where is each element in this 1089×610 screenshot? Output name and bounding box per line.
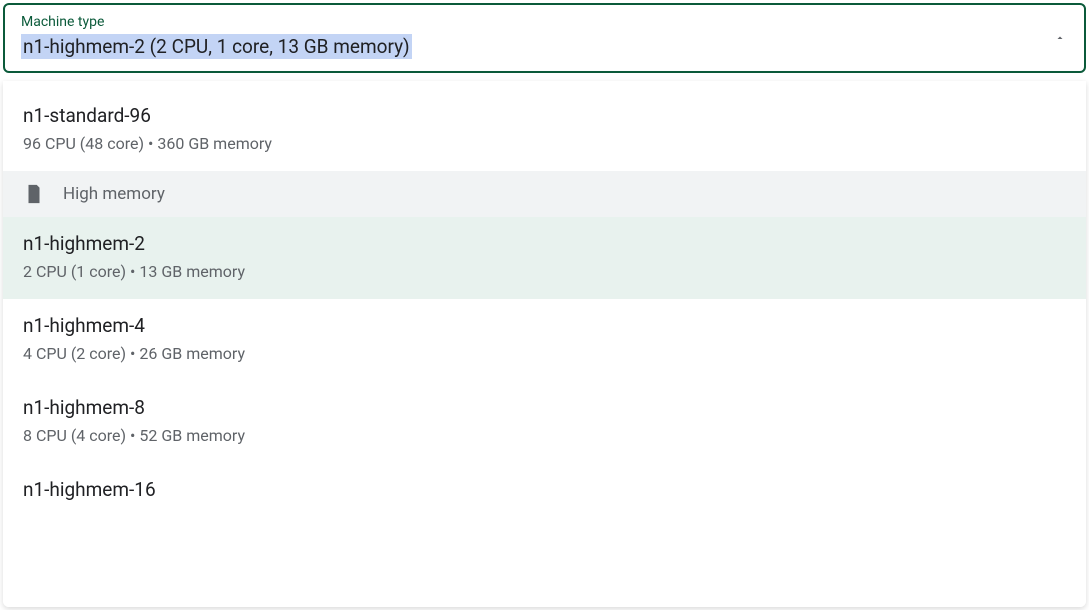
document-icon — [23, 183, 45, 205]
group-header-label: High memory — [63, 184, 165, 204]
machine-type-select[interactable]: Machine type n1-highmem-2 (2 CPU, 1 core… — [3, 3, 1086, 73]
option-n1-highmem-2[interactable]: n1-highmem-2 2 CPU (1 core) • 13 GB memo… — [3, 217, 1086, 299]
option-name: n1-highmem-4 — [23, 313, 1066, 339]
option-name: n1-highmem-8 — [23, 395, 1066, 421]
dropdown-arrow-up-icon — [1054, 32, 1066, 44]
option-spec: 4 CPU (2 core) • 26 GB memory — [23, 343, 1066, 365]
option-name: n1-standard-96 — [23, 103, 1066, 129]
machine-type-label: Machine type — [21, 13, 1044, 31]
option-spec: 2 CPU (1 core) • 13 GB memory — [23, 261, 1066, 283]
machine-type-selected-value: n1-highmem-2 (2 CPU, 1 core, 13 GB memor… — [21, 34, 412, 59]
option-n1-standard-96[interactable]: n1-standard-96 96 CPU (48 core) • 360 GB… — [3, 89, 1086, 171]
option-n1-standard-64[interactable]: n1-standard-64 64 CPU (32 core) • 240 GB… — [3, 81, 1086, 89]
group-header-high-memory: High memory — [3, 171, 1086, 217]
option-name: n1-highmem-16 — [23, 477, 1066, 503]
option-n1-highmem-4[interactable]: n1-highmem-4 4 CPU (2 core) • 26 GB memo… — [3, 299, 1086, 381]
option-n1-highmem-16[interactable]: n1-highmem-16 — [3, 463, 1086, 523]
option-n1-highmem-8[interactable]: n1-highmem-8 8 CPU (4 core) • 52 GB memo… — [3, 381, 1086, 463]
option-spec: 8 CPU (4 core) • 52 GB memory — [23, 425, 1066, 447]
machine-type-dropdown[interactable]: Standard n1-standard-64 64 CPU (32 core)… — [3, 81, 1086, 607]
option-name: n1-highmem-2 — [23, 231, 1066, 257]
option-spec: 96 CPU (48 core) • 360 GB memory — [23, 133, 1066, 155]
